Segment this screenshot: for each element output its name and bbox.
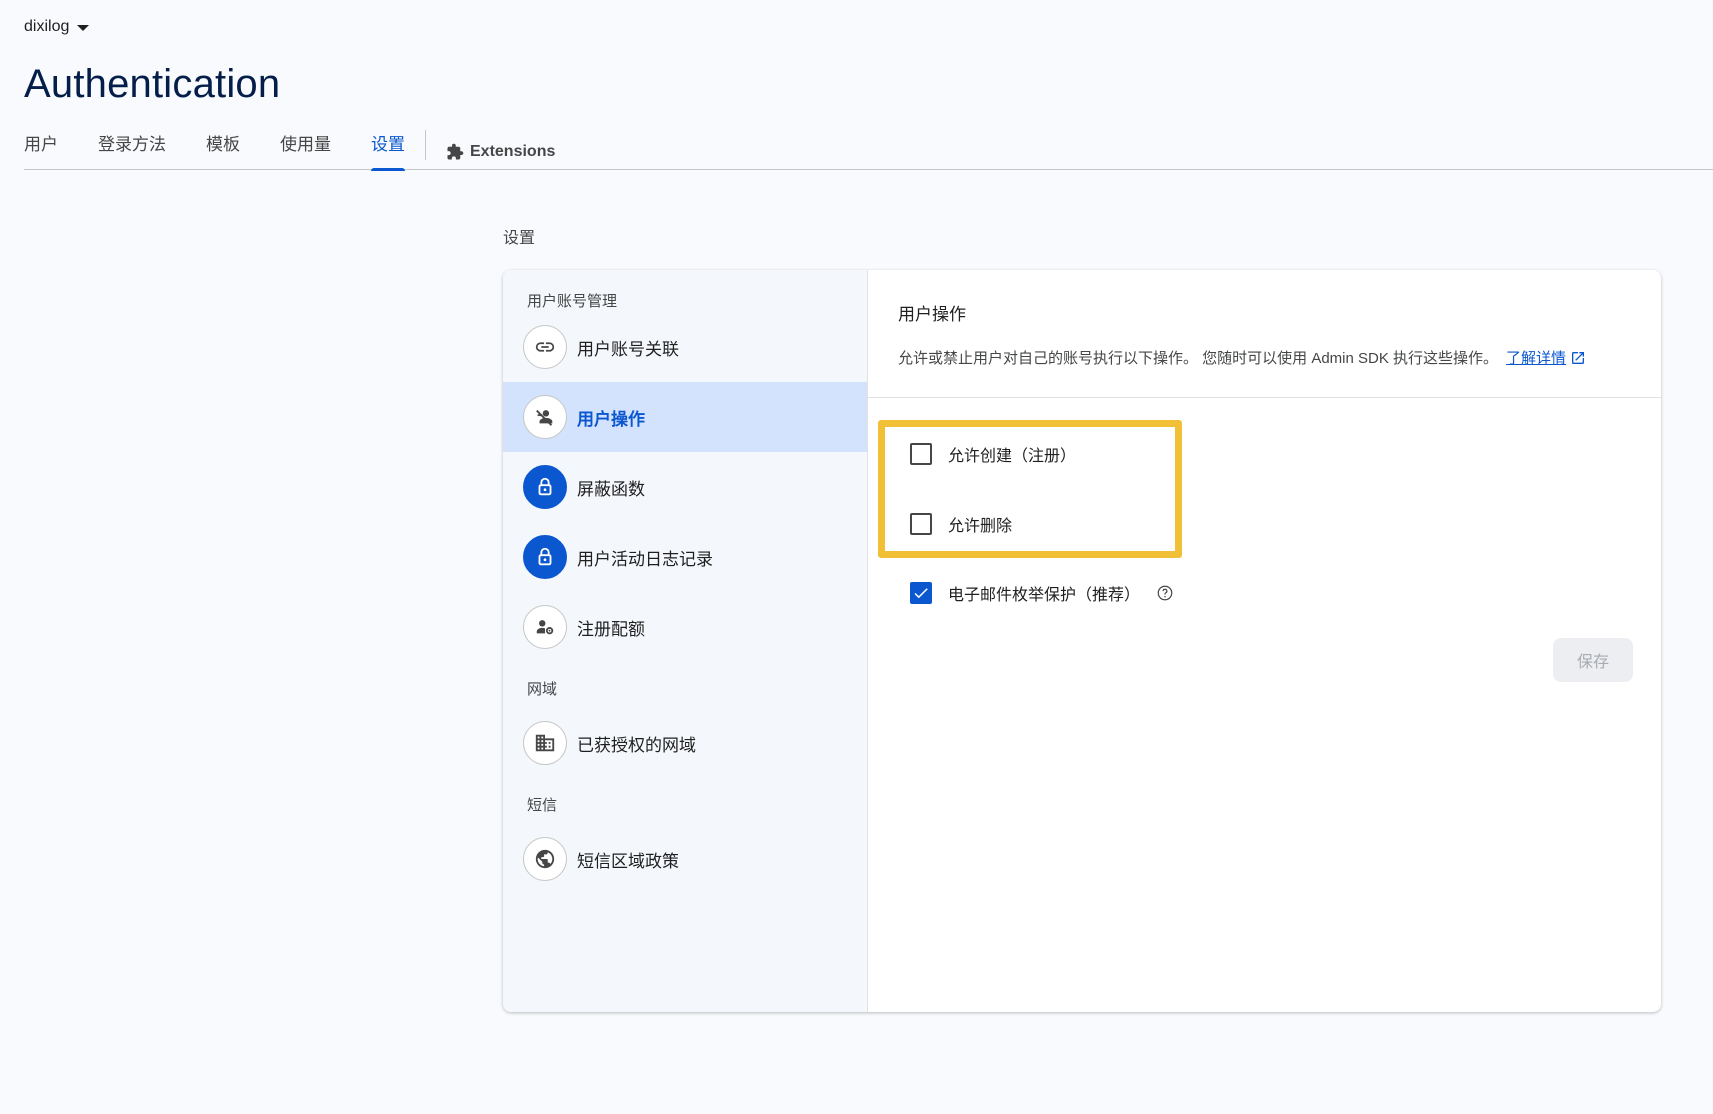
puzzle-icon (447, 143, 464, 160)
tab-extensions-label: Extensions (470, 143, 556, 160)
tab-sign-in-method[interactable]: 登录方法 (98, 124, 166, 170)
option-email-enumeration-protection: 电子邮件枚举保护（推荐） (910, 581, 1174, 605)
tab-templates[interactable]: 模板 (206, 124, 240, 170)
sidebar-item-label: 用户操作 (577, 409, 645, 429)
sidebar-item-authorized-domains[interactable]: 已获授权的网域 (503, 708, 867, 778)
save-button[interactable]: 保存 (1553, 638, 1633, 682)
learn-more-link[interactable]: 了解详情 (1506, 347, 1586, 368)
option-label: 电子邮件枚举保护（推荐） (948, 587, 1141, 604)
content-header: 用户操作 允许或禁止用户对自己的账号执行以下操作。 您随时可以使用 Admin … (868, 270, 1661, 398)
person-settings-icon (523, 605, 567, 649)
external-link-icon (1572, 351, 1585, 364)
description-text: 允许或禁止用户对自己的账号执行以下操作。 您随时可以使用 Admin SDK 执… (898, 350, 1499, 367)
sidebar-item-label: 用户账号关联 (577, 339, 679, 359)
chevron-down-icon (77, 25, 90, 31)
sidebar-item-label: 短信区域政策 (577, 851, 679, 871)
tab-users[interactable]: 用户 (24, 124, 58, 170)
tab-bar: 用户 登录方法 模板 使用量 设置 Extensions (24, 124, 1713, 171)
tab-usage[interactable]: 使用量 (280, 124, 331, 170)
highlight-annotation (878, 420, 1182, 558)
project-switcher[interactable]: dixilog (24, 18, 90, 36)
tab-divider (425, 130, 426, 160)
help-icon[interactable] (1156, 584, 1174, 602)
link-icon (523, 325, 567, 369)
checkmark-icon (914, 588, 928, 599)
person-off-icon (523, 395, 567, 439)
sidebar-item-account-linking[interactable]: 用户账号关联 (503, 312, 867, 382)
globe-icon (523, 837, 567, 881)
sidebar-group-account: 用户账号管理 (527, 293, 618, 310)
sidebar-item-label: 屏蔽函数 (577, 479, 645, 499)
page-title: Authentication (24, 62, 281, 106)
sidebar-item-user-activity-logging[interactable]: 用户活动日志记录 (503, 522, 867, 592)
sidebar-item-label: 用户活动日志记录 (577, 549, 713, 569)
settings-section-label: 设置 (503, 230, 536, 247)
option-label: 允许创建（注册） (948, 448, 1077, 465)
lock-icon (523, 535, 567, 579)
settings-sidebar: 用户账号管理 用户账号关联 用户操作 屏蔽函数 用户活动日志记录 注册配额 网域… (503, 270, 868, 1012)
tab-extensions[interactable]: Extensions (446, 124, 555, 170)
allow-create-checkbox[interactable] (910, 443, 932, 465)
sidebar-group-domains: 网域 (527, 681, 558, 698)
lock-icon (523, 465, 567, 509)
content-title: 用户操作 (898, 305, 966, 324)
sidebar-item-user-actions[interactable]: 用户操作 (503, 382, 867, 452)
sidebar-item-blocking-functions[interactable]: 屏蔽函数 (503, 452, 867, 522)
sidebar-item-sms-region-policy[interactable]: 短信区域政策 (503, 824, 867, 894)
settings-card: 用户账号管理 用户账号关联 用户操作 屏蔽函数 用户活动日志记录 注册配额 网域… (503, 270, 1661, 1012)
allow-delete-checkbox[interactable] (910, 513, 932, 535)
content-description: 允许或禁止用户对自己的账号执行以下操作。 您随时可以使用 Admin SDK 执… (898, 347, 1661, 368)
email-enumeration-checkbox[interactable] (910, 582, 932, 604)
learn-more-label: 了解详情 (1506, 350, 1567, 367)
sidebar-group-sms: 短信 (527, 797, 558, 814)
project-name: dixilog (24, 18, 70, 35)
sidebar-item-label: 注册配额 (577, 619, 645, 639)
option-allow-delete: 允许删除 (910, 512, 1012, 536)
settings-content: 用户操作 允许或禁止用户对自己的账号执行以下操作。 您随时可以使用 Admin … (868, 270, 1661, 1012)
option-allow-create: 允许创建（注册） (910, 442, 1076, 466)
tab-settings[interactable]: 设置 (371, 124, 405, 171)
sidebar-item-label: 已获授权的网域 (577, 735, 696, 755)
domain-icon (523, 721, 567, 765)
option-label: 允许删除 (948, 518, 1013, 535)
sidebar-item-sign-up-quota[interactable]: 注册配额 (503, 592, 867, 662)
